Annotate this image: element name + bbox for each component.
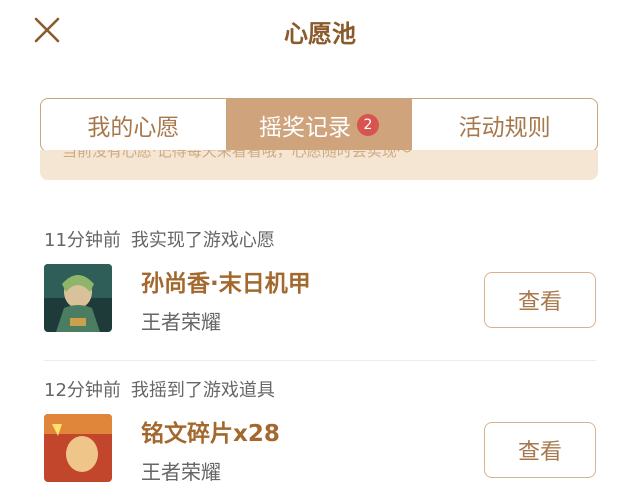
item-name: 孙尚香·末日机甲 [141, 271, 311, 297]
game-app-icon [44, 414, 112, 482]
game-name: 王者荣耀 [141, 460, 221, 484]
view-button[interactable]: 查看 [484, 422, 596, 478]
tab-bar: 我的心愿 摇奖记录 2 活动规则 [40, 98, 598, 152]
item-name: 铭文碎片x28 [141, 421, 280, 447]
tab-rules[interactable]: 活动规则 [411, 99, 597, 151]
tab-label: 摇奖记录 [259, 115, 351, 141]
game-name: 王者荣耀 [141, 310, 221, 334]
page-title: 心愿池 [284, 20, 356, 48]
record-time: 12分钟前 [44, 380, 121, 401]
tab-label: 活动规则 [458, 115, 551, 141]
notice-banner: 当前没有心愿·记得每天来看看哦，心愿随时会实现～ [40, 150, 598, 180]
divider [44, 360, 596, 361]
banner-text: 当前没有心愿·记得每天来看看哦，心愿随时会实现～ [62, 150, 412, 160]
view-button[interactable]: 查看 [484, 272, 596, 328]
record-action: 我实现了游戏心愿 [130, 230, 275, 251]
record-action: 我摇到了游戏道具 [130, 380, 275, 401]
tab-label: 我的心愿 [87, 115, 180, 141]
tab-my-wishes[interactable]: 我的心愿 [41, 99, 226, 151]
hero-skin-thumbnail [44, 264, 112, 332]
record-caption: 12分钟前 我摇到了游戏道具 [44, 376, 275, 402]
record-time: 11分钟前 [44, 230, 121, 251]
tab-draw-records[interactable]: 摇奖记录 2 [225, 99, 412, 151]
record-caption: 11分钟前 我实现了游戏心愿 [44, 226, 275, 252]
count-badge: 2 [357, 114, 379, 136]
header: 心愿池 [0, 0, 640, 64]
